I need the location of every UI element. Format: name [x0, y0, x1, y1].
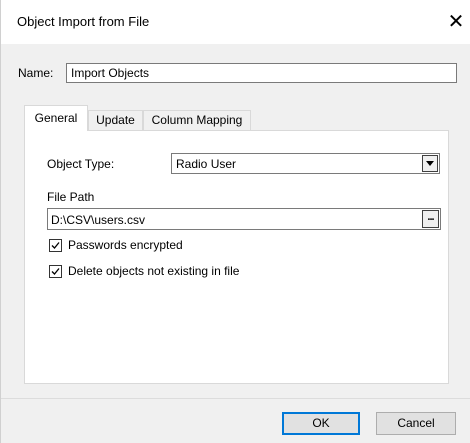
object-type-value: Radio User: [176, 157, 237, 171]
browse-button[interactable]: ...: [422, 210, 439, 228]
file-path-label: File Path: [47, 190, 95, 204]
chevron-down-icon: [426, 161, 434, 166]
cancel-button[interactable]: Cancel: [376, 412, 456, 435]
file-path-input[interactable]: D:\CSV\users.csv ...: [47, 208, 441, 230]
delete-objects-checkbox[interactable]: [49, 265, 62, 278]
checkmark-icon: [51, 242, 60, 249]
title-bar: Object Import from File ✕: [1, 0, 470, 44]
ok-button[interactable]: OK: [282, 412, 360, 435]
tab-column-mapping[interactable]: Column Mapping: [143, 110, 251, 130]
tab-update[interactable]: Update: [88, 110, 143, 130]
delete-objects-label: Delete objects not existing in file: [68, 264, 240, 278]
object-type-select[interactable]: Radio User: [171, 153, 440, 174]
tab-general[interactable]: General: [24, 105, 88, 131]
window-title: Object Import from File: [17, 14, 150, 29]
divider: [1, 398, 470, 399]
import-dialog: Object Import from File ✕ Name: Import O…: [0, 0, 470, 443]
checkmark-icon: [51, 268, 60, 275]
dropdown-button[interactable]: [422, 155, 438, 172]
name-input[interactable]: Import Objects: [66, 63, 457, 83]
close-icon[interactable]: ✕: [444, 10, 468, 34]
object-type-label: Object Type:: [47, 157, 115, 171]
file-path-value: D:\CSV\users.csv: [51, 213, 146, 227]
passwords-encrypted-label: Passwords encrypted: [68, 238, 183, 252]
name-label: Name:: [18, 66, 54, 80]
passwords-encrypted-checkbox[interactable]: [49, 239, 62, 252]
